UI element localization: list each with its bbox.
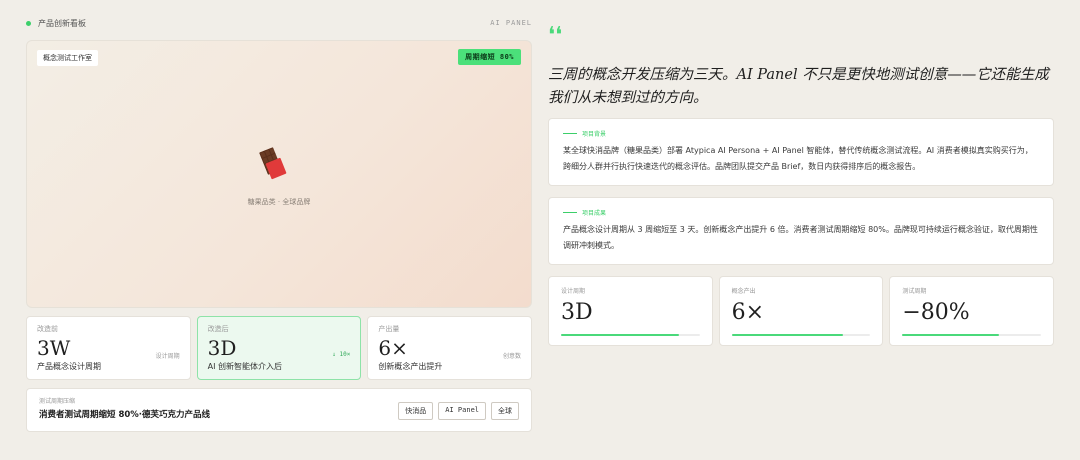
stat-card-after: 改造后 3D ↓ 10× AI 创新智能体介入后 [196, 316, 362, 380]
summary-card: 测试周期压缩 消费者测试周期缩短 80%·德芙巧克力产品线 快消品 AI Pan… [26, 388, 532, 432]
progress-fill [902, 334, 1000, 336]
quote-mark-icon: ❛❛ [548, 23, 563, 48]
stat-label: 改造前 [37, 325, 58, 333]
cycle-badge: 周期缩短 80% [458, 49, 521, 65]
stat-label: 产出量 [378, 325, 400, 333]
right-panel: ❛❛ 三周的概念开发压缩为三天。AI Panel 不只是更快地测试创意——它还能… [548, 23, 1055, 346]
hero-image: 概念测试工作室 周期缩短 80% 糖果品类 · 全球品牌 [26, 40, 532, 308]
metric-card-test-cycle: 测试周期 −80% [889, 276, 1055, 346]
tag-pill[interactable]: 全球 [491, 402, 519, 420]
metric-value: −80% [902, 300, 970, 325]
panel-header: 产品创新看板 AI PANEL [26, 14, 532, 32]
stat-desc: AI 创新智能体介入后 [207, 362, 283, 371]
status-dot-icon [26, 20, 31, 26]
stat-side: 创意数 [503, 353, 522, 360]
divider [563, 212, 577, 213]
stat-side: ↓ 10× [332, 351, 351, 358]
tag-pill[interactable]: AI Panel [438, 402, 486, 420]
background-card: 项目背景 某全球快消品牌（糖果品类）部署 Atypica AI Persona … [548, 118, 1054, 186]
stats-row: 改造前 3W 设计周期 产品概念设计周期 改造后 3D ↓ 10× AI 创新智… [26, 316, 533, 380]
stat-card-output: 产出量 6× 创意数 创新概念产出提升 [367, 316, 533, 380]
card-heading: 项目成果 [563, 208, 1039, 217]
progress-bar [902, 334, 1042, 336]
metric-card-concept-output: 概念产出 6× [718, 276, 884, 346]
panel-brand: 产品创新看板 [26, 18, 86, 29]
testimonial-quote: 三周的概念开发压缩为三天。AI Panel 不只是更快地测试创意——它还能生成我… [548, 67, 1049, 106]
stat-card-before: 改造前 3W 设计周期 产品概念设计周期 [26, 316, 191, 380]
panel-title: 产品创新看板 [38, 18, 86, 28]
card-heading-label: 项目背景 [582, 131, 607, 138]
metrics-row: 设计周期 3D 概念产出 6× 测试周期 −80% [548, 276, 1055, 346]
progress-bar [561, 334, 700, 336]
hero-caption: 糖果品类 · 全球品牌 [247, 198, 311, 206]
card-body: 产品概念设计周期从 3 周缩短至 3 天。创新概念产出提升 6 倍。消费者测试周… [563, 225, 1038, 250]
stat-side: 设计周期 [155, 353, 180, 360]
panel-tag: AI PANEL [490, 19, 532, 27]
metric-label: 概念产出 [731, 288, 756, 295]
metric-card-design-cycle: 设计周期 3D [548, 276, 713, 346]
studio-chip: 概念测试工作室 [37, 50, 98, 66]
metric-label: 设计周期 [561, 288, 586, 295]
stat-value: 6× [378, 336, 408, 360]
progress-fill [561, 334, 679, 336]
progress-fill [731, 334, 843, 336]
metric-value: 6× [731, 300, 765, 325]
metric-value: 3D [561, 300, 593, 325]
card-body: 某全球快消品牌（糖果品类）部署 Atypica AI Persona + AI … [563, 146, 1033, 171]
metric-label: 测试周期 [902, 288, 927, 295]
tag-list: 快消品 AI Panel 全球 [398, 402, 519, 420]
stat-desc: 创新概念产出提升 [378, 362, 443, 371]
progress-bar [731, 334, 871, 336]
left-panel: 产品创新看板 AI PANEL 概念测试工作室 周期缩短 80% 糖果品类 · … [26, 14, 533, 432]
stat-value: 3D [207, 336, 237, 360]
results-card: 项目成果 产品概念设计周期从 3 周缩短至 3 天。创新概念产出提升 6 倍。消… [548, 197, 1054, 265]
chocolate-icon [259, 147, 287, 180]
stat-desc: 产品概念设计周期 [37, 362, 101, 371]
stat-label: 改造后 [207, 325, 229, 333]
divider [563, 133, 577, 134]
card-heading-label: 项目成果 [582, 210, 607, 217]
tag-pill[interactable]: 快消品 [398, 402, 434, 420]
card-heading: 项目背景 [563, 129, 1039, 138]
